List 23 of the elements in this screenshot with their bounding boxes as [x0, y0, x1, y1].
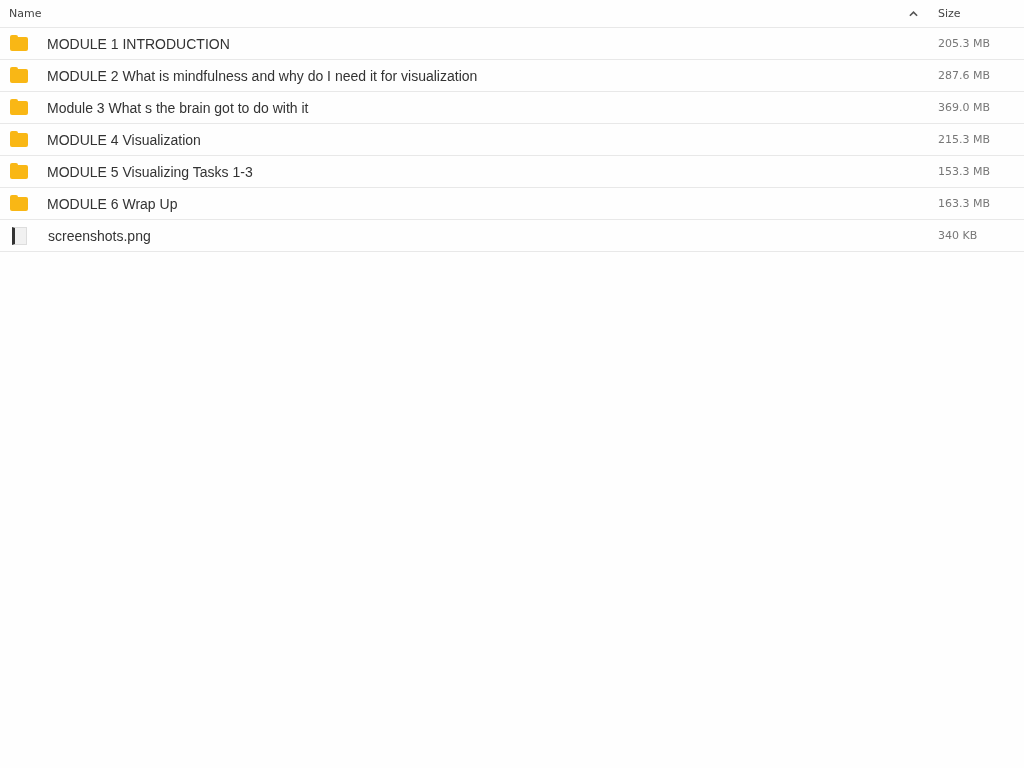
file-size: 287.6 MB — [938, 69, 991, 82]
file-name[interactable]: MODULE 1 INTRODUCTION — [47, 35, 230, 52]
folder-icon — [10, 196, 28, 211]
file-size: 340 KB — [938, 229, 978, 242]
file-name[interactable]: MODULE 4 Visualization — [47, 131, 201, 148]
folder-icon — [10, 164, 28, 179]
file-name[interactable]: MODULE 5 Visualizing Tasks 1-3 — [47, 163, 253, 180]
image-file-icon — [12, 226, 27, 245]
folder-icon — [10, 68, 28, 83]
column-header[interactable]: Size — [938, 7, 961, 20]
folder-icon — [10, 100, 28, 115]
file-size: 205.3 MB — [938, 37, 991, 50]
file-size: 369.0 MB — [938, 101, 991, 114]
file-name[interactable]: MODULE 6 Wrap Up — [47, 195, 178, 212]
file-name[interactable]: screenshots.png — [48, 227, 151, 244]
file-size: 153.3 MB — [938, 165, 991, 178]
file-name[interactable]: Module 3 What s the brain got to do with it — [47, 99, 309, 116]
folder-icon — [10, 36, 28, 51]
folder-icon — [10, 132, 28, 147]
file-size: 215.3 MB — [938, 133, 991, 146]
file-name[interactable]: MODULE 2 What is mindfulness and why do I need it for visualization — [47, 67, 478, 84]
column-header[interactable]: Name — [9, 7, 42, 20]
file-size: 163.3 MB — [938, 197, 991, 210]
